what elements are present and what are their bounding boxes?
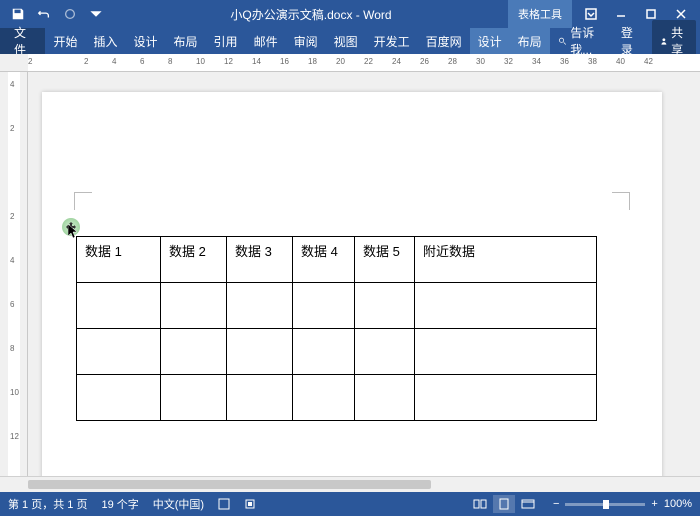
table-cell[interactable] xyxy=(355,283,415,329)
save-button[interactable] xyxy=(6,2,30,26)
table-row: 数据 1 数据 2 数据 3 数据 4 数据 5 附近数据 xyxy=(77,237,597,283)
table-cell[interactable] xyxy=(77,329,161,375)
table-cell[interactable]: 数据 4 xyxy=(293,237,355,283)
cursor-icon xyxy=(68,224,80,240)
tab-mailings[interactable]: 邮件 xyxy=(246,28,286,54)
scroll-thumb[interactable] xyxy=(28,480,431,489)
tab-review[interactable]: 审阅 xyxy=(286,28,326,54)
table-cell[interactable] xyxy=(293,329,355,375)
page[interactable]: 数据 1 数据 2 数据 3 数据 4 数据 5 附近数据 xyxy=(42,92,662,476)
table-cell[interactable] xyxy=(293,375,355,421)
tab-layout[interactable]: 布局 xyxy=(166,28,206,54)
word-count[interactable]: 19 个字 xyxy=(101,496,138,512)
minimize-button[interactable] xyxy=(606,2,636,26)
table-cell[interactable] xyxy=(227,329,293,375)
horizontal-ruler[interactable]: 224681012141618202224262830323436384042 xyxy=(0,54,700,72)
table-cell[interactable] xyxy=(355,329,415,375)
page-indicator[interactable]: 第 1 页，共 1 页 xyxy=(8,496,87,512)
table-cell[interactable] xyxy=(355,375,415,421)
quick-access-toolbar xyxy=(0,2,114,26)
tab-table-layout[interactable]: 布局 xyxy=(510,28,550,54)
table-row xyxy=(77,375,597,421)
table-cell[interactable]: 数据 5 xyxy=(355,237,415,283)
margin-corner-tr xyxy=(612,192,630,210)
document-table[interactable]: 数据 1 数据 2 数据 3 数据 4 数据 5 附近数据 xyxy=(76,236,597,421)
ribbon-options-button[interactable] xyxy=(576,2,606,26)
horizontal-scrollbar[interactable] xyxy=(28,477,700,492)
table-cell[interactable] xyxy=(415,283,597,329)
qat-dropdown[interactable] xyxy=(84,2,108,26)
tell-me-label: 告诉我... xyxy=(570,24,603,58)
document-title: 小Q办公演示文稿.docx - Word xyxy=(114,6,508,23)
table-cell[interactable] xyxy=(77,283,161,329)
table-row xyxy=(77,283,597,329)
tab-design[interactable]: 设计 xyxy=(126,28,166,54)
table-cell[interactable] xyxy=(161,375,227,421)
vertical-ruler[interactable]: 4224681012 xyxy=(0,72,28,476)
vertical-scrollbar[interactable] xyxy=(684,72,700,476)
table-cell[interactable]: 附近数据 xyxy=(415,237,597,283)
table-cell[interactable] xyxy=(415,329,597,375)
workspace: 4224681012 数据 1 数据 2 数据 3 数据 4 数据 5 附近数据 xyxy=(0,72,700,476)
table-cell[interactable]: 数据 2 xyxy=(161,237,227,283)
table-row xyxy=(77,329,597,375)
language-indicator[interactable]: 中文(中国) xyxy=(153,496,204,512)
horizontal-scroll-area xyxy=(0,476,700,492)
view-buttons xyxy=(469,495,539,513)
tab-table-design[interactable]: 设计 xyxy=(470,28,510,54)
ribbon-tabs: 文件 开始 插入 设计 布局 引用 邮件 审阅 视图 开发工 百度网 设计 布局… xyxy=(0,28,700,54)
table-cell[interactable] xyxy=(161,283,227,329)
table-cell[interactable] xyxy=(77,375,161,421)
read-mode-button[interactable] xyxy=(469,495,491,513)
redo-button[interactable] xyxy=(58,2,82,26)
table-cell[interactable] xyxy=(293,283,355,329)
tell-me-search[interactable]: 告诉我... xyxy=(550,24,611,58)
tab-insert[interactable]: 插入 xyxy=(86,28,126,54)
zoom-slider-thumb[interactable] xyxy=(603,500,609,509)
tab-baidu[interactable]: 百度网 xyxy=(418,28,470,54)
web-layout-button[interactable] xyxy=(517,495,539,513)
tab-home[interactable]: 开始 xyxy=(45,28,85,54)
table-cell[interactable] xyxy=(227,375,293,421)
tab-view[interactable]: 视图 xyxy=(326,28,366,54)
table-cell[interactable] xyxy=(161,329,227,375)
undo-button[interactable] xyxy=(32,2,56,26)
zoom-slider[interactable] xyxy=(565,503,645,506)
login-button[interactable]: 登录 xyxy=(611,24,648,58)
document-area[interactable]: 数据 1 数据 2 数据 3 数据 4 数据 5 附近数据 xyxy=(28,72,700,476)
status-bar: 第 1 页，共 1 页 19 个字 中文(中国) − + 100% xyxy=(0,492,700,516)
file-tab[interactable]: 文件 xyxy=(0,28,45,54)
table-cell[interactable]: 数据 1 xyxy=(77,237,161,283)
table-cell[interactable] xyxy=(415,375,597,421)
print-layout-button[interactable] xyxy=(493,495,515,513)
share-label: 共享 xyxy=(671,24,688,58)
table-cell[interactable] xyxy=(227,283,293,329)
table-cell[interactable]: 数据 3 xyxy=(227,237,293,283)
tab-references[interactable]: 引用 xyxy=(206,28,246,54)
margin-corner-tl xyxy=(74,192,92,210)
tab-developer[interactable]: 开发工 xyxy=(366,28,418,54)
